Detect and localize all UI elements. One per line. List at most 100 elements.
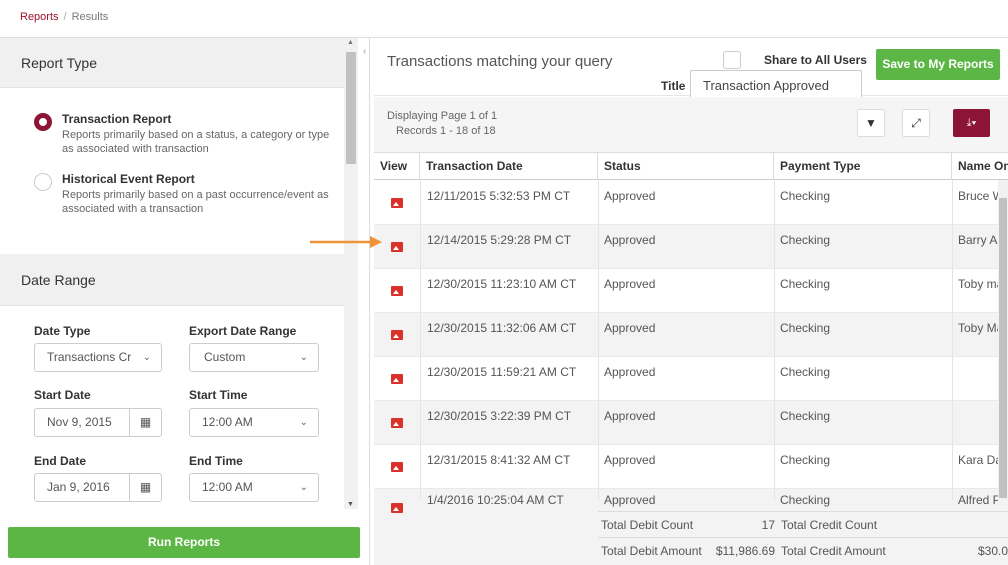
date-range-heading: Date Range	[0, 254, 344, 306]
date-type-select[interactable]: Transactions Cr ⌄	[34, 343, 162, 372]
export-range-select[interactable]: Custom ⌄	[189, 343, 319, 372]
table-row[interactable]: 12/30/2015 3:22:39 PM CT Approved Checki…	[374, 401, 1008, 445]
expand-button[interactable]: ⤢	[902, 109, 930, 137]
cell-payment-type: Checking	[780, 189, 831, 203]
radio-transaction-report[interactable]	[34, 113, 52, 131]
option-description: Reports primarily based on a status, a c…	[62, 129, 330, 155]
pagination-info: Displaying Page 1 of 1 Records 1 - 18 of…	[387, 109, 497, 139]
table-row[interactable]: 12/30/2015 11:23:10 AM CT Approved Check…	[374, 269, 1008, 313]
cell-status: Approved	[604, 409, 656, 423]
run-reports-button[interactable]: Run Reports	[8, 527, 360, 558]
chevron-down-icon: ⌄	[299, 352, 308, 363]
column-divider	[952, 180, 953, 500]
table-scrollbar[interactable]	[998, 180, 1008, 500]
records-info-text: Records 1 - 18 of 18	[396, 125, 496, 137]
table-row[interactable]: 12/11/2015 5:32:53 PM CT Approved Checki…	[374, 181, 1008, 225]
cell-date: 12/11/2015 5:32:53 PM CT	[427, 189, 571, 203]
save-to-my-reports-button[interactable]: Save to My Reports	[876, 49, 1000, 80]
download-icon: ⤓▾	[966, 117, 977, 129]
view-image-icon[interactable]	[391, 462, 403, 472]
transactions-table: View Transaction Date Status Payment Typ…	[374, 153, 1008, 565]
view-image-icon[interactable]	[391, 242, 403, 252]
view-image-icon[interactable]	[391, 198, 403, 208]
report-settings-panel: Report Type Transaction Report Reports p…	[0, 38, 370, 565]
scroll-up-arrow-icon[interactable]: ▲	[347, 39, 354, 46]
cell-status: Approved	[604, 233, 656, 247]
breadcrumb-reports-link[interactable]: Reports	[20, 11, 59, 23]
chevron-down-icon: ⌄	[299, 417, 308, 428]
results-title: Transactions matching your query	[387, 53, 613, 70]
start-date-input[interactable]: Nov 9, 2015 ▦	[34, 408, 162, 437]
cell-payment-type: Checking	[780, 409, 831, 423]
share-to-all-checkbox[interactable]	[723, 51, 741, 69]
totals-area: 1/4/2016 10:25:04 AM CT Approved Checkin…	[374, 489, 1008, 565]
export-range-value: Custom	[204, 350, 246, 364]
total-credit-amount-label: Total Credit Amount	[781, 544, 886, 558]
chevron-down-icon: ⌄	[142, 352, 151, 363]
filter-button[interactable]: ▼	[857, 109, 885, 137]
view-image-icon[interactable]	[391, 418, 403, 428]
scroll-down-arrow-icon[interactable]: ▼	[347, 501, 354, 508]
column-header-payment-type[interactable]: Payment Type	[774, 153, 952, 180]
calendar-icon[interactable]: ▦	[129, 409, 161, 436]
end-date-label: End Date	[34, 454, 87, 468]
total-credit-count-label: Total Credit Count	[781, 518, 878, 532]
table-row[interactable]: 12/14/2015 5:29:28 PM CT Approved Checki…	[374, 225, 1008, 269]
option-transaction-report[interactable]: Transaction Report Reports primarily bas…	[0, 112, 344, 156]
cell-status: Approved	[604, 493, 656, 507]
view-image-icon[interactable]	[391, 503, 403, 513]
cell-date: 12/30/2015 11:59:21 AM CT	[427, 365, 577, 379]
column-header-status[interactable]: Status	[598, 153, 774, 180]
start-date-label: Start Date	[34, 388, 91, 402]
export-button[interactable]: ⤓▾	[953, 109, 990, 137]
total-debit-count-value: 17	[761, 518, 775, 532]
option-title: Historical Event Report	[62, 172, 195, 186]
view-image-icon[interactable]	[391, 374, 403, 384]
view-image-icon[interactable]	[391, 286, 403, 296]
cell-date: 12/30/2015 11:32:06 AM CT	[427, 321, 577, 335]
report-type-options: Transaction Report Reports primarily bas…	[0, 88, 344, 254]
collapse-panel-icon[interactable]: ‹	[363, 46, 366, 57]
option-historical-event-report[interactable]: Historical Event Report Reports primaril…	[0, 172, 344, 216]
column-header-view[interactable]: View	[374, 153, 420, 180]
column-header-name-on[interactable]: Name On	[952, 153, 1008, 180]
start-time-select[interactable]: 12:00 AM ⌄	[189, 408, 319, 437]
total-debit-amount-value: $11,986.69	[715, 544, 775, 558]
start-time-label: Start Time	[189, 388, 248, 402]
start-date-value: Nov 9, 2015	[47, 415, 112, 429]
radio-historical-event-report[interactable]	[34, 173, 52, 191]
cell-date: 12/30/2015 11:23:10 AM CT	[427, 277, 577, 291]
table-scrollbar-thumb[interactable]	[999, 198, 1007, 498]
cell-name: Toby ma	[958, 277, 998, 291]
cell-payment-type: Checking	[780, 365, 831, 379]
cell-payment-type: Checking	[780, 321, 831, 335]
settings-scroll-area[interactable]: Report Type Transaction Report Reports p…	[0, 38, 344, 509]
page-info-text: Displaying Page 1 of 1	[387, 110, 498, 122]
totals-row-amount: Total Debit Amount $11,986.69 Total Cred…	[598, 537, 1008, 563]
cell-payment-type: Checking	[780, 453, 831, 467]
scrollbar-thumb[interactable]	[346, 52, 356, 164]
cell-date: 1/4/2016 10:25:04 AM CT	[427, 493, 564, 507]
cell-status: Approved	[604, 453, 656, 467]
results-header: Transactions matching your query Share t…	[374, 38, 1008, 101]
calendar-icon[interactable]: ▦	[129, 474, 161, 501]
results-panel: Transactions matching your query Share t…	[374, 38, 1008, 565]
cell-date: 12/14/2015 5:29:28 PM CT	[427, 233, 572, 247]
settings-scrollbar[interactable]: ▲ ▼	[344, 38, 358, 509]
breadcrumb-separator: /	[63, 11, 67, 23]
cell-date: 12/31/2015 8:41:32 AM CT	[427, 453, 571, 467]
end-time-select[interactable]: 12:00 AM ⌄	[189, 473, 319, 502]
table-row[interactable]: 12/31/2015 8:41:32 AM CT Approved Checki…	[374, 445, 1008, 489]
table-row[interactable]: 1/4/2016 10:25:04 AM CT Approved Checkin…	[374, 489, 1008, 513]
end-time-label: End Time	[189, 454, 243, 468]
cell-name: Barry Al	[958, 233, 998, 247]
date-range-form: Date Type Export Date Range Transactions…	[0, 306, 344, 509]
option-description: Reports primarily based on a past occurr…	[62, 189, 329, 215]
table-row[interactable]: 12/30/2015 11:32:06 AM CT Approved Check…	[374, 313, 1008, 357]
callout-arrow-icon	[310, 236, 382, 248]
end-date-input[interactable]: Jan 9, 2016 ▦	[34, 473, 162, 502]
table-row[interactable]: 12/30/2015 11:59:21 AM CT Approved Check…	[374, 357, 1008, 401]
table-header: View Transaction Date Status Payment Typ…	[374, 153, 1008, 180]
view-image-icon[interactable]	[391, 330, 403, 340]
column-header-transaction-date[interactable]: Transaction Date	[420, 153, 598, 180]
